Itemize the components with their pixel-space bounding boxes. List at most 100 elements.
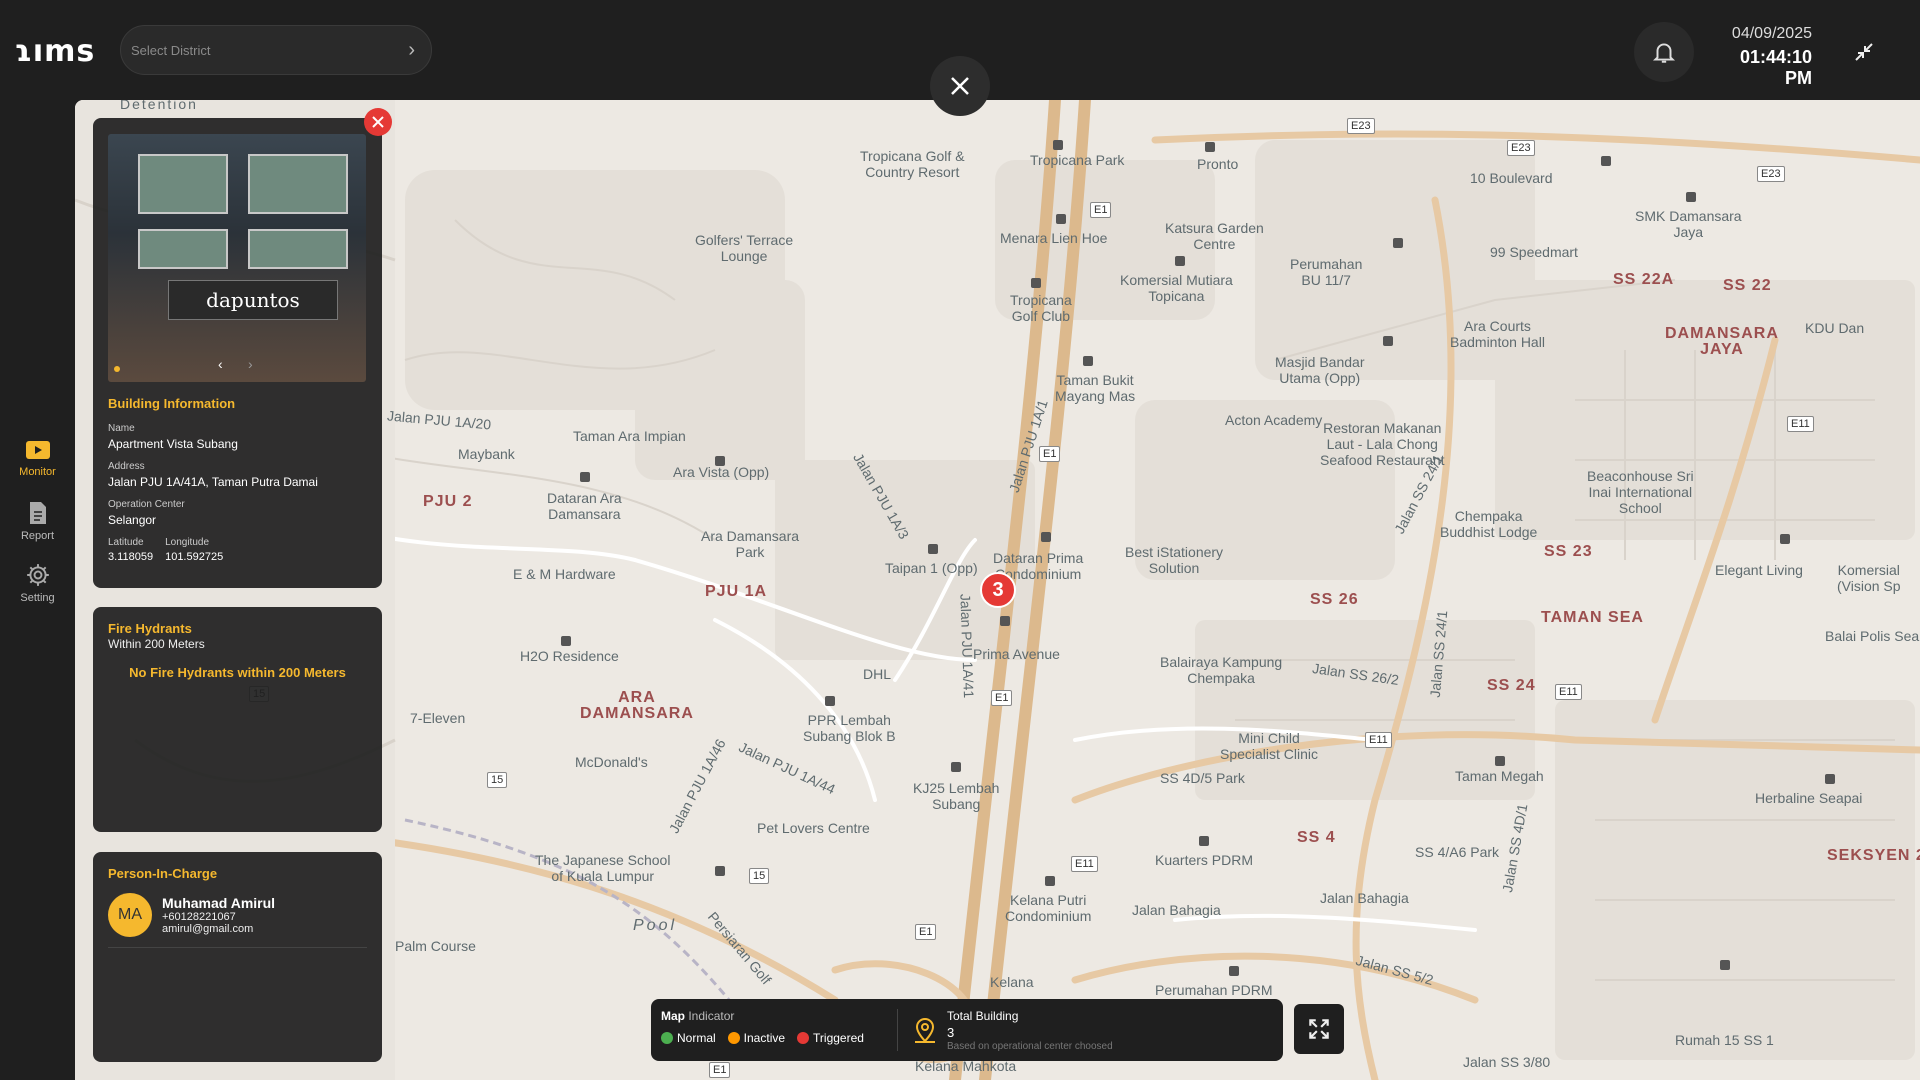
map-label: Komersial Mutiara Topicana [1120, 272, 1233, 304]
total-building-title: Total Building [947, 1009, 1019, 1023]
photo-next-button[interactable]: › [248, 356, 253, 372]
photo-indicator-dot[interactable] [114, 366, 120, 372]
district-label: SS 22 [1723, 277, 1772, 294]
map-label: Perumahan PDRM [1155, 982, 1273, 998]
map-label: SS 4/A6 Park [1415, 844, 1500, 860]
legend: Normal Inactive Triggered [661, 1031, 864, 1045]
road-badge: E23 [1757, 166, 1785, 182]
building-name: Apartment Vista Subang [108, 437, 238, 451]
photo-prev-button[interactable]: ‹ [218, 356, 223, 372]
collapse-icon [1855, 43, 1873, 61]
map-label: Tropicana Golf Club [1010, 292, 1072, 324]
map-label: Taman Bukit Mayang Mas [1055, 372, 1136, 404]
map-label: Ara Damansara Park [701, 528, 800, 560]
photo-window [138, 154, 228, 214]
map-label: Elegant Living [1715, 562, 1803, 578]
sidebar-item-report[interactable]: Report [0, 500, 75, 542]
map-label: Rumah 15 SS 1 [1675, 1032, 1774, 1048]
address-label: Address [108, 461, 145, 472]
map-label: DHL [863, 666, 892, 682]
poi-icon [1175, 256, 1185, 266]
pic-name: Muhamad Amirul [162, 895, 276, 911]
poi-icon [1199, 836, 1209, 846]
close-building-panel-button[interactable] [364, 108, 392, 136]
pic-email[interactable]: amirul@gmail.com [162, 923, 275, 935]
longitude-value: 101.592725 [165, 551, 224, 563]
road-badge: E1 [915, 924, 937, 940]
pic-contact: MA Muhamad Amirul +60128221067 amirul@gm… [108, 893, 367, 948]
building-address: Jalan PJU 1A/41A, Taman Putra Damai [108, 475, 318, 489]
road-badge: 15 [487, 772, 508, 788]
map-label: Ara Vista (Opp) [673, 464, 770, 480]
avatar: MA [108, 893, 152, 937]
pic-details: Muhamad Amirul +60128221067 amirul@gmail… [162, 895, 275, 935]
legend-section: Map Indicator Normal Inactive Triggered [661, 1009, 864, 1045]
map-label: SMK Damansara Jaya [1635, 208, 1742, 240]
sidebar: Monitor Report Setting [0, 100, 75, 1080]
sidebar-item-label: Setting [20, 592, 55, 604]
map-label: Maybank [458, 446, 515, 462]
map-label: Ara Courts Badminton Hall [1450, 318, 1545, 350]
app-logo[interactable]: ɿıms [14, 34, 95, 69]
sidebar-item-monitor[interactable]: Monitor [0, 440, 75, 478]
sidebar-item-setting[interactable]: Setting [0, 562, 75, 604]
map-fullscreen-button[interactable] [1294, 1004, 1344, 1054]
map-label: Best iStationery Solution [1125, 544, 1224, 576]
fire-hydrants-subtitle: Within 200 Meters [108, 637, 205, 651]
current-time: 01:44:10 PM [1739, 47, 1812, 88]
road-badge: E23 [1507, 140, 1535, 156]
map-label: H2O Residence [520, 648, 619, 664]
poi-icon [1825, 774, 1835, 784]
poi-icon [715, 866, 725, 876]
notification-button[interactable] [1634, 22, 1694, 82]
building-info-title: Building Information [108, 396, 236, 411]
road-badge: E23 [1347, 118, 1375, 134]
district-label: PJU 2 [423, 493, 473, 510]
pic-phone[interactable]: +60128221067 [162, 911, 275, 923]
poi-icon [1383, 336, 1393, 346]
map-label: Perumahan BU 11/7 [1290, 256, 1363, 288]
map-label: 99 Speedmart [1490, 244, 1578, 260]
district-label: SS 22A [1613, 271, 1675, 288]
map-label: Tropicana Park [1030, 152, 1125, 168]
poi-icon [715, 456, 725, 466]
photo-window [248, 229, 348, 269]
map-label: 10 Boulevard [1470, 170, 1553, 186]
longitude-label: Longitude [165, 537, 210, 548]
road-label: Jalan SS 3/80 [1463, 1054, 1551, 1070]
map-label: Detention [120, 100, 198, 112]
poi-icon [1205, 142, 1215, 152]
exit-fullscreen-button[interactable] [1848, 36, 1880, 68]
district-label: PJU 1A [705, 583, 768, 600]
building-details: Building Information Name Apartment Vist… [108, 396, 368, 563]
map-label: Balairaya Kampung Chempaka [1160, 654, 1283, 686]
indicator-title-sub: Indicator [688, 1009, 735, 1023]
poi-icon [1720, 960, 1730, 970]
map-label: Taman Ara Impian [573, 428, 686, 444]
close-icon [372, 116, 384, 128]
district-select[interactable]: Select District › [120, 25, 432, 75]
district-select-placeholder: Select District [131, 42, 211, 58]
map-label: KJ25 Lembah Subang [913, 780, 1000, 812]
map-label: Pool [633, 917, 678, 934]
legend-triggered: Triggered [797, 1031, 864, 1045]
map-label: Kelana [990, 974, 1034, 990]
pic-title: Person-In-Charge [108, 866, 218, 881]
gear-icon [26, 564, 49, 586]
map-label: Prima Avenue [973, 646, 1060, 662]
poi-icon [951, 762, 961, 772]
photo-window [248, 154, 348, 214]
building-cluster-marker[interactable]: 3 [980, 572, 1016, 608]
latitude-label: Latitude [108, 537, 144, 548]
map-label: Jalan Bahagia [1132, 902, 1221, 918]
road-badge: 15 [749, 868, 770, 884]
sidebar-item-label: Monitor [19, 466, 56, 478]
road-badge: E1 [991, 690, 1013, 706]
bell-icon [1652, 43, 1676, 63]
map-label: Mini Child Specialist Clinic [1220, 730, 1319, 762]
district-label: SS 23 [1544, 543, 1593, 560]
road-badge: E11 [1365, 732, 1392, 748]
map-label: PPR Lembah Subang Blok B [803, 712, 896, 744]
close-detail-button[interactable] [930, 56, 990, 116]
map-indicator: Map Indicator Normal Inactive Triggered … [651, 999, 1283, 1061]
